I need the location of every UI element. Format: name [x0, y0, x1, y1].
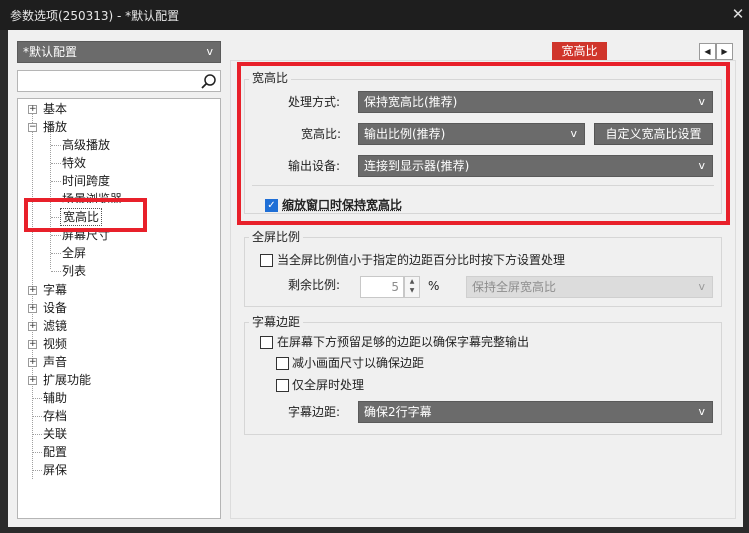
expand-icon[interactable]: +: [28, 340, 37, 349]
tree-item-config[interactable]: 配置: [43, 444, 67, 460]
chevron-down-icon: v: [698, 405, 705, 418]
margin-dropdown[interactable]: 确保2行字幕 v: [358, 401, 713, 423]
tree-item-associations[interactable]: 关联: [43, 426, 67, 442]
search-icon[interactable]: [200, 73, 217, 90]
close-icon[interactable]: ✕: [729, 4, 747, 24]
tab-prev-icon[interactable]: ◀: [699, 43, 716, 60]
collapse-icon[interactable]: −: [28, 123, 37, 132]
tab-aspect-ratio[interactable]: 宽高比: [552, 42, 607, 60]
expand-icon[interactable]: +: [28, 322, 37, 331]
chevron-down-icon: v: [698, 280, 705, 293]
tree-item-screensaver[interactable]: 屏保: [43, 462, 67, 478]
tree-item-filters[interactable]: 滤镜: [43, 318, 67, 334]
fullscreen-mode-value: 保持全屏宽高比: [472, 280, 557, 294]
percent-unit: %: [428, 279, 440, 293]
tree-item-fullscreen[interactable]: 全屏: [62, 245, 86, 261]
profile-dropdown-value: *默认配置: [23, 45, 78, 59]
fullscreen-only-checkbox[interactable]: [276, 379, 289, 392]
settings-tree[interactable]: + 基本 − 播放 高级播放 特效 时间跨度 场景浏览器 宽高比 屏幕尺寸 全屏…: [17, 98, 221, 519]
tab-next-icon[interactable]: ▶: [716, 43, 733, 60]
tree-item-extensions[interactable]: 扩展功能: [43, 372, 91, 388]
expand-icon[interactable]: +: [28, 376, 37, 385]
fullscreen-group-title: 全屏比例: [249, 230, 304, 244]
shrink-checkbox[interactable]: [276, 357, 289, 370]
annotation-highlight: [237, 62, 730, 225]
margin-value: 确保2行字幕: [364, 405, 432, 419]
search-input[interactable]: [17, 70, 221, 92]
fullscreen-check-label[interactable]: 当全屏比例值小于指定的边距百分比时按下方设置处理: [277, 252, 565, 268]
fullscreen-only-label[interactable]: 仅全屏时处理: [292, 377, 364, 393]
fullscreen-mode-dropdown[interactable]: 保持全屏宽高比 v: [466, 276, 713, 298]
tree-item-assist[interactable]: 辅助: [43, 390, 67, 406]
tree-item-effects[interactable]: 特效: [62, 155, 86, 171]
tree-item-audio[interactable]: 声音: [43, 354, 67, 370]
expand-icon[interactable]: +: [28, 358, 37, 367]
remain-stepper[interactable]: ▲ ▼: [404, 276, 420, 298]
shrink-label[interactable]: 减小画面尺寸以确保边距: [292, 355, 424, 371]
chevron-down-icon: v: [206, 45, 213, 58]
tree-item-list[interactable]: 列表: [62, 263, 86, 279]
fullscreen-checkbox[interactable]: [260, 254, 273, 267]
remain-input[interactable]: 5: [360, 276, 404, 298]
reserve-margin-checkbox[interactable]: [260, 336, 273, 349]
annotation-highlight: [24, 198, 147, 232]
subtitle-margin-group-title: 字幕边距: [249, 315, 304, 329]
remain-label: 剩余比例:: [288, 278, 341, 292]
tree-item-advanced-playback[interactable]: 高级播放: [62, 137, 110, 153]
stepper-up-icon[interactable]: ▲: [405, 277, 419, 286]
margin-label: 字幕边距:: [288, 405, 341, 419]
profile-dropdown[interactable]: *默认配置 v: [17, 41, 221, 63]
tree-item-devices[interactable]: 设备: [43, 300, 67, 316]
tree-item-basic[interactable]: 基本: [43, 101, 67, 117]
expand-icon[interactable]: +: [28, 105, 37, 114]
expand-icon[interactable]: +: [28, 286, 37, 295]
tree-item-time-span[interactable]: 时间跨度: [62, 173, 110, 189]
tree-item-archive[interactable]: 存档: [43, 408, 67, 424]
expand-icon[interactable]: +: [28, 304, 37, 313]
window-title: 参数选项(250313) - *默认配置: [10, 9, 180, 23]
tree-item-playback[interactable]: 播放: [43, 119, 67, 135]
stepper-down-icon[interactable]: ▼: [405, 286, 419, 295]
tree-item-subtitles[interactable]: 字幕: [43, 282, 67, 298]
reserve-margin-label[interactable]: 在屏幕下方预留足够的边距以确保字幕完整输出: [277, 334, 529, 350]
tree-item-video[interactable]: 视频: [43, 336, 67, 352]
